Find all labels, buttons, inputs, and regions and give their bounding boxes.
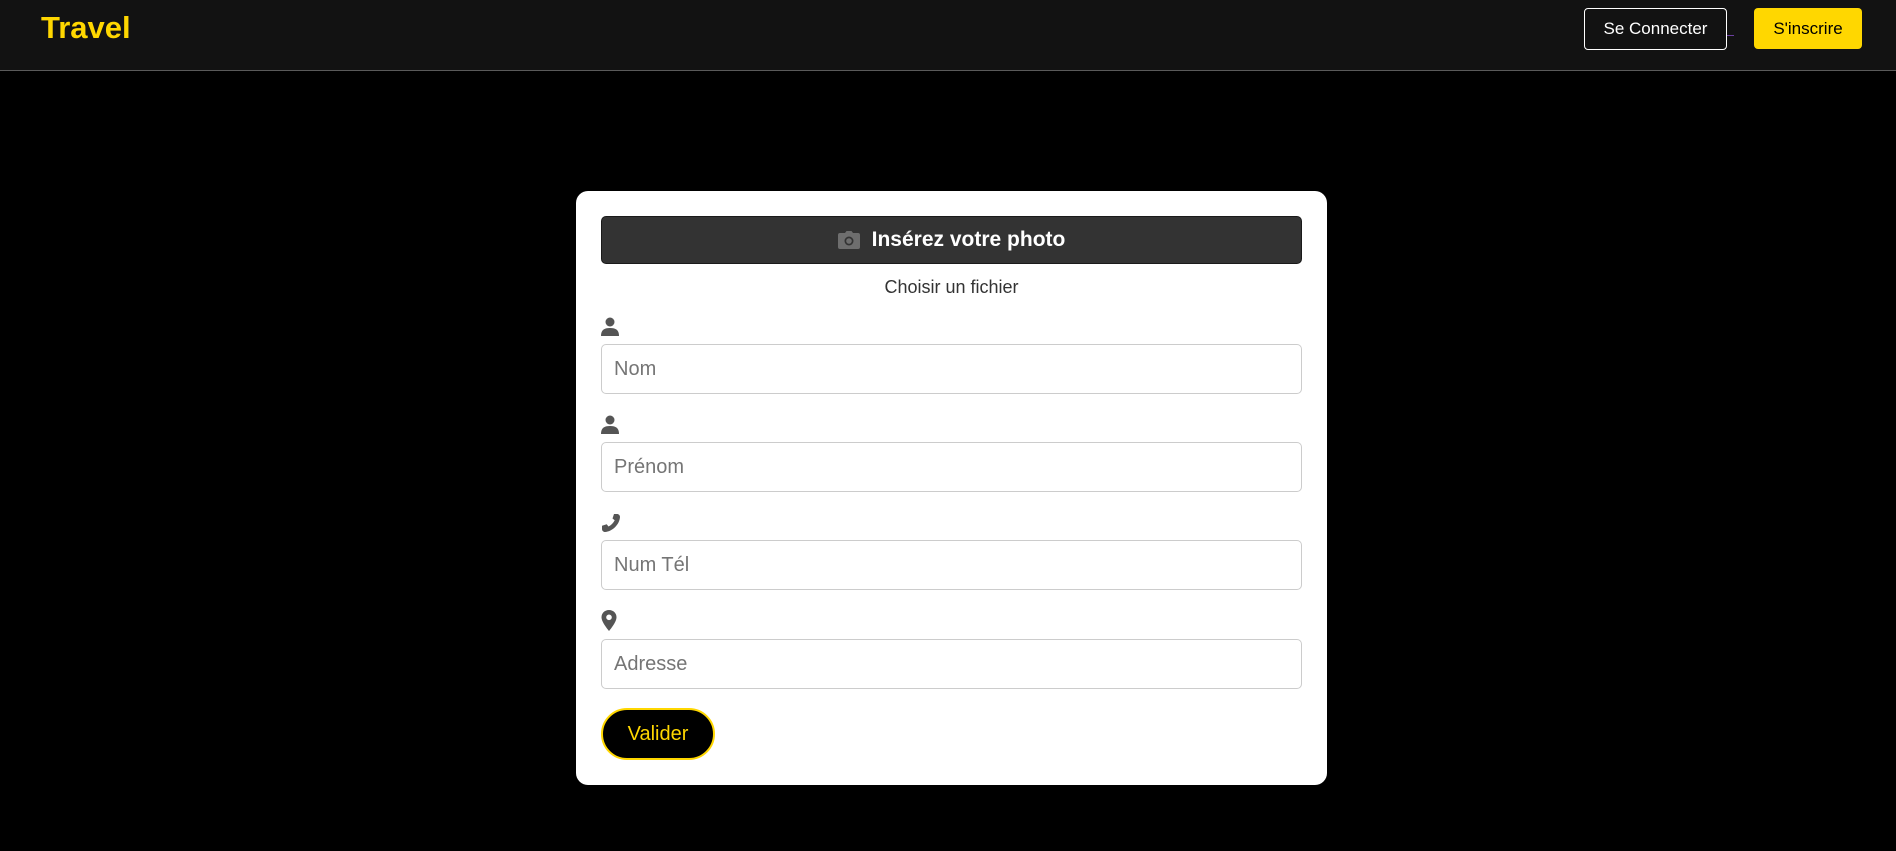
navbar: Travel Se Connecter S'inscrire — [0, 0, 1896, 71]
user-icon — [601, 415, 621, 435]
camera-icon — [837, 231, 860, 249]
prenom-input[interactable] — [601, 442, 1302, 492]
brand-logo[interactable]: Travel — [41, 10, 131, 46]
address-input[interactable] — [601, 639, 1302, 689]
nav-separator — [1727, 35, 1734, 36]
phone-input[interactable] — [601, 540, 1302, 590]
submit-button[interactable]: Valider — [601, 708, 715, 760]
map-marker-icon — [601, 610, 621, 631]
user-icon — [601, 317, 621, 337]
nom-input[interactable] — [601, 344, 1302, 394]
profile-form-card: Insérez votre photo Choisir un fichier V… — [576, 191, 1327, 785]
choose-file-text[interactable]: Choisir un fichier — [601, 276, 1302, 298]
signup-button[interactable]: S'inscrire — [1754, 8, 1862, 49]
insert-photo-label: Insérez votre photo — [871, 228, 1066, 251]
insert-photo-button[interactable]: Insérez votre photo — [601, 216, 1302, 264]
login-button[interactable]: Se Connecter — [1584, 8, 1727, 50]
phone-icon — [601, 513, 621, 533]
